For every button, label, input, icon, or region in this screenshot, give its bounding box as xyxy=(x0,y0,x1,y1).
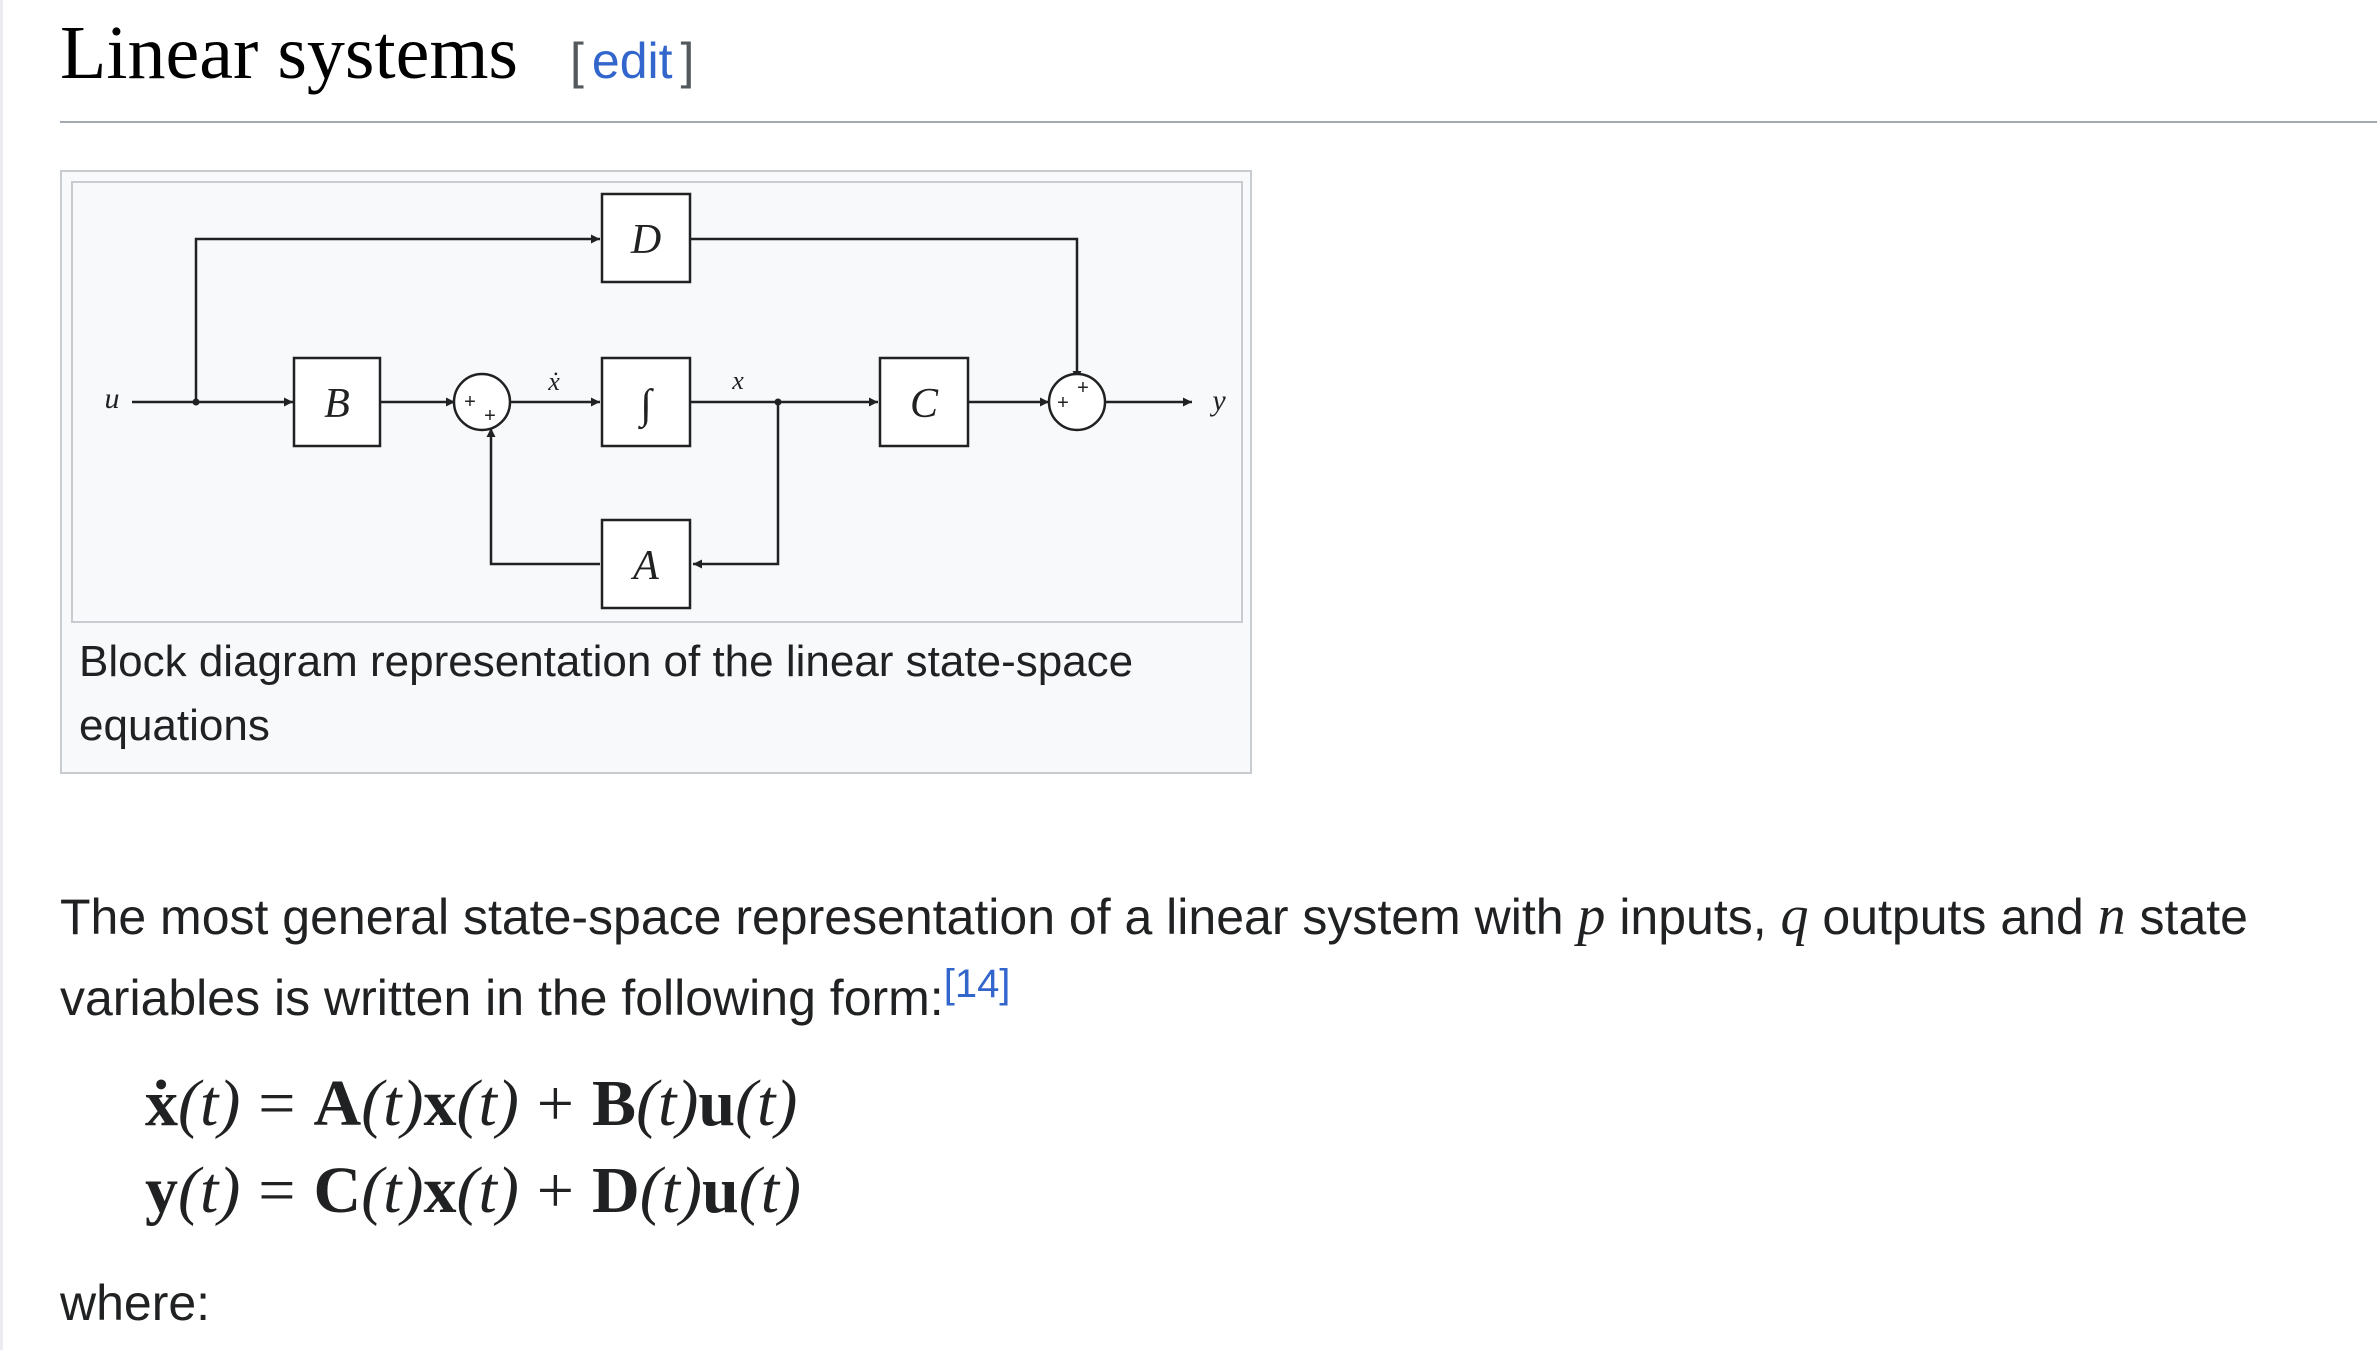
section-title: Linear systems xyxy=(60,11,519,95)
eq1-vector-u-arg: (t) xyxy=(735,1067,798,1140)
sum1-sign-bottom: + xyxy=(484,405,496,427)
reference-link-14[interactable]: [14] xyxy=(944,962,1011,1006)
math-var-p: p xyxy=(1577,885,1606,947)
math-var-n: n xyxy=(2097,885,2126,947)
signal-label-y: y xyxy=(1209,384,1226,417)
article-page: Linear systems [edit] D B ∫ C A + + + + … xyxy=(0,0,2377,1350)
block-b-label: B xyxy=(324,381,350,427)
eq2-matrix-c: C xyxy=(313,1154,362,1227)
eq2-lhs-arg: (t) xyxy=(178,1154,241,1227)
sum2-sign-top: + xyxy=(1077,377,1089,399)
eq2-lhs-vector: y xyxy=(145,1154,178,1227)
block-diagram-image[interactable]: D B ∫ C A + + + + u ẋ x y xyxy=(71,181,1243,623)
signal-label-x: x xyxy=(731,366,744,395)
eq1-lhs-arg: (t) xyxy=(178,1067,241,1140)
body-paragraph: The most general state-space representat… xyxy=(60,876,2377,1039)
line-a-to-sum1 xyxy=(486,428,600,566)
output-equation: y(t) = C(t)x(t) + D(t)u(t) xyxy=(145,1147,801,1234)
state-equation: ẋ(t) = A(t)x(t) + B(t)u(t) xyxy=(145,1060,801,1147)
heading-underline xyxy=(60,121,2377,123)
eq1-matrix-b: B xyxy=(592,1067,637,1140)
edit-section-link-group: [edit] xyxy=(570,32,694,90)
sum2-sign-left: + xyxy=(1057,392,1069,414)
where-label: where: xyxy=(60,1275,211,1331)
math-var-q: q xyxy=(1780,885,1809,947)
eq1-equals: = xyxy=(258,1067,296,1140)
summing-junction-1 xyxy=(452,372,512,432)
figure-caption: Block diagram representation of the line… xyxy=(79,637,1134,750)
state-space-equations: ẋ(t) = A(t)x(t) + B(t)u(t) y(t) = C(t)x(t) + D(t… xyxy=(145,1060,801,1234)
eq1-vector-x-arg: (t) xyxy=(456,1067,519,1140)
eq1-vector-x: x xyxy=(423,1067,457,1140)
signal-label-xdot: ẋ xyxy=(547,367,560,396)
line-state-to-a xyxy=(693,402,780,569)
block-d-label: D xyxy=(630,217,661,263)
eq2-vector-x-arg: (t) xyxy=(456,1154,519,1227)
eq1-matrix-a-arg: (t) xyxy=(361,1067,424,1140)
block-integrator-label: ∫ xyxy=(637,382,654,430)
block-c-label: C xyxy=(910,381,939,427)
eq2-plus: + xyxy=(536,1154,575,1227)
figure-thumbnail: D B ∫ C A + + + + u ẋ x y Block diagram … xyxy=(60,170,1252,774)
section-heading: Linear systems [edit] xyxy=(60,8,694,99)
block-a-label: A xyxy=(630,543,659,589)
edit-link[interactable]: edit xyxy=(592,33,673,89)
eq1-matrix-b-arg: (t) xyxy=(636,1067,699,1140)
edit-bracket-close: ] xyxy=(680,33,695,89)
eq2-vector-x: x xyxy=(423,1154,457,1227)
eq2-vector-u-arg: (t) xyxy=(738,1154,802,1227)
eq1-plus: + xyxy=(536,1067,575,1140)
paragraph-text-3: outputs and xyxy=(1808,889,2098,945)
eq1-lhs-vector: ẋ xyxy=(145,1067,178,1140)
edit-bracket-open: [ xyxy=(570,33,584,89)
eq2-equals: = xyxy=(258,1154,296,1227)
content-left-border xyxy=(0,0,3,1350)
eq1-matrix-a: A xyxy=(313,1067,362,1140)
eq2-matrix-d: D xyxy=(592,1154,640,1227)
eq1-vector-u: u xyxy=(698,1067,736,1140)
paragraph-text-1: The most general state-space representat… xyxy=(60,889,1578,945)
eq2-matrix-c-arg: (t) xyxy=(361,1154,424,1227)
sum1-sign-left: + xyxy=(464,391,476,413)
line-input-to-d xyxy=(194,234,600,402)
signal-label-u: u xyxy=(105,382,120,415)
eq2-matrix-d-arg: (t) xyxy=(639,1154,702,1227)
paragraph-text-2: inputs, xyxy=(1605,889,1781,945)
eq2-vector-u: u xyxy=(702,1154,739,1227)
